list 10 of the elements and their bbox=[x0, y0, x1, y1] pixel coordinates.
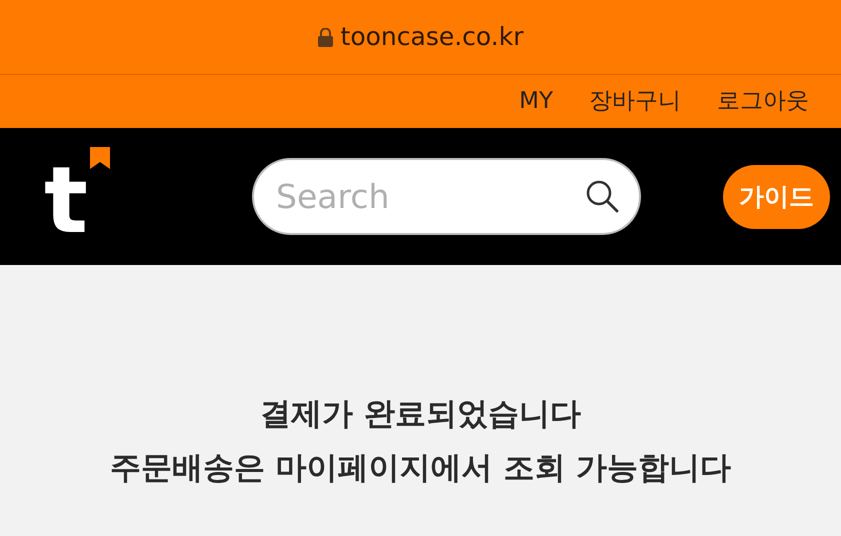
nav-link[interactable]: MY bbox=[519, 84, 553, 119]
nav-link[interactable]: 장바구니 bbox=[589, 84, 681, 119]
search-icon[interactable] bbox=[585, 179, 619, 213]
message-text: 주문배송은 마이페이지에서 조회 가능합니다 bbox=[110, 449, 732, 488]
nav-link[interactable]: 로그아웃 bbox=[717, 84, 809, 119]
url-text: tooncase.co.kr bbox=[340, 21, 524, 54]
logo[interactable]: t bbox=[44, 146, 112, 246]
message-text: 결제가 완료되었습니다 bbox=[260, 395, 581, 434]
lock-icon bbox=[318, 28, 333, 46]
search-field[interactable]: Search bbox=[252, 158, 641, 235]
